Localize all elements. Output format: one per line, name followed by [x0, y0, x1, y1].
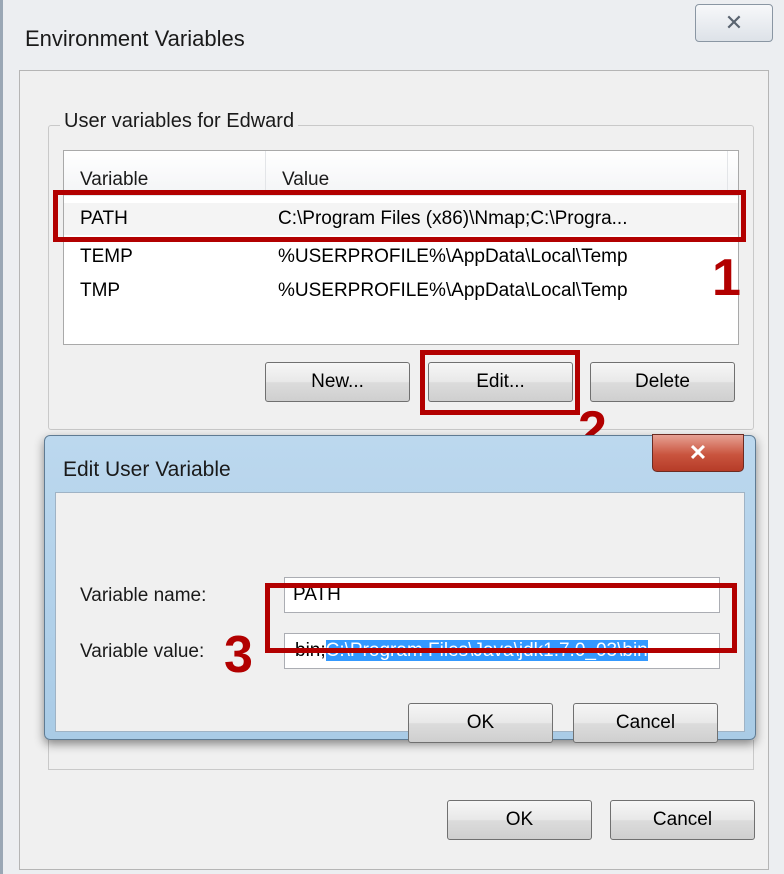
value-cell: %USERPROFILE%\AppData\Local\Temp: [278, 280, 628, 301]
highlight-box-1: [53, 190, 746, 242]
user-variables-group-label: User variables for Edward: [60, 110, 299, 133]
variable-name-label: Variable name:: [80, 585, 207, 606]
value-cell: %USERPROFILE%\AppData\Local\Temp: [278, 246, 628, 267]
highlight-box-2: [420, 350, 580, 415]
cancel-button[interactable]: Cancel: [610, 800, 755, 840]
variable-value-label: Variable value:: [80, 641, 205, 662]
column-header-variable[interactable]: Variable: [64, 151, 266, 195]
user-variables-list[interactable]: Variable Value PATH C:\Program Files (x8…: [63, 150, 739, 345]
close-button[interactable]: ✕: [652, 434, 744, 472]
ok-button[interactable]: OK: [447, 800, 592, 840]
ok-button[interactable]: OK: [408, 703, 553, 743]
new-button[interactable]: New...: [265, 362, 410, 402]
annotation-step-3: 3: [224, 626, 253, 684]
table-row[interactable]: TMP %USERPROFILE%\AppData\Local\Temp: [64, 275, 738, 307]
close-button[interactable]: ✕: [695, 4, 773, 42]
variable-cell: TMP: [80, 280, 121, 301]
dialog-title: Edit User Variable: [63, 458, 231, 481]
dialog-title: Environment Variables: [25, 26, 245, 51]
variable-cell: TEMP: [80, 246, 133, 267]
system-variables-group-edge: [48, 740, 754, 770]
cancel-button[interactable]: Cancel: [573, 703, 718, 743]
table-row[interactable]: TEMP %USERPROFILE%\AppData\Local\Temp: [64, 241, 738, 273]
close-icon: ✕: [724, 10, 744, 35]
highlight-box-3: [265, 583, 737, 653]
annotation-step-1: 1: [712, 249, 741, 307]
column-header-value[interactable]: Value: [266, 151, 728, 195]
delete-button[interactable]: Delete: [590, 362, 735, 402]
close-icon: ✕: [688, 440, 708, 465]
